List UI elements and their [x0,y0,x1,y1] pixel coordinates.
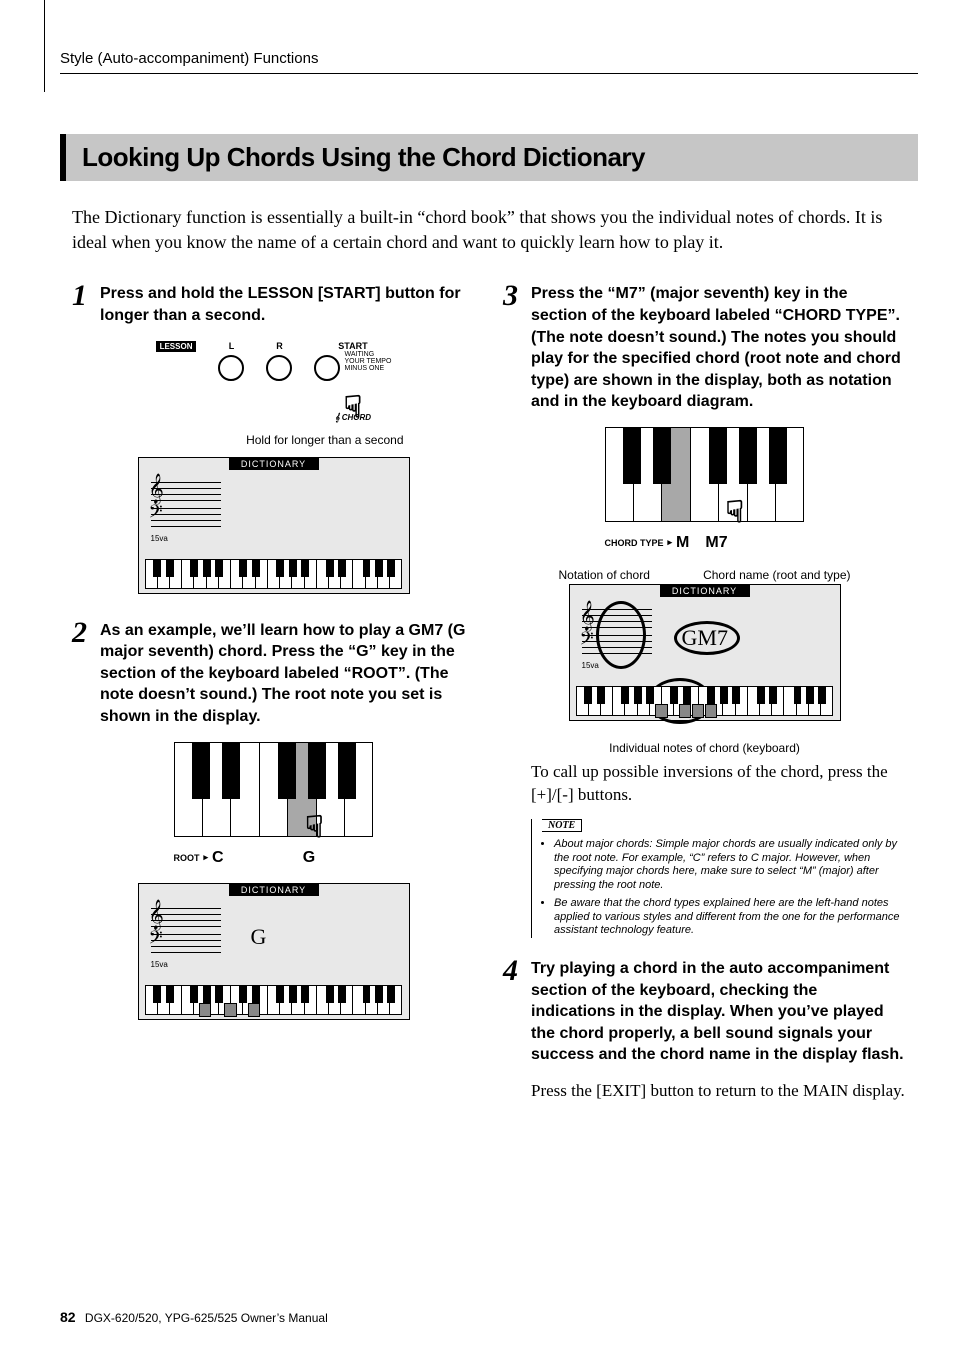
lesson-l-button [218,355,244,381]
root-label: ROOT [174,853,200,863]
page-number: 82 [60,1309,76,1325]
dictionary-display-1: DICTIONARY 15va [138,457,410,594]
mini-keyboard-1 [145,559,403,589]
step-3-text: Press the “M7” (major seventh) key in th… [531,283,906,413]
lesson-badge: LESSON [156,341,197,352]
chordname-callout: Chord name (root and type) [703,568,850,582]
hand-cursor-icon: ☟ [305,813,323,843]
chord-type-m7-label: M7 [705,534,727,552]
chord-type-arrow-icon: ▸ [668,537,673,548]
hold-caption: Hold for longer than a second [144,433,404,447]
footer: 82 DGX-620/520, YPG-625/525 Owner’s Manu… [60,1309,328,1325]
running-header: Style (Auto-accompaniment) Functions [60,50,918,67]
manual-title: DGX-620/520, YPG-625/525 Owner’s Manual [85,1311,328,1325]
chordtype-keyboard-segment: CHORD TYPE ▸ M M7 ☟ [605,427,805,558]
note-item-1: About major chords: Simple major chords … [554,838,906,893]
step4-body-after: Press the [EXIT] button to return to the… [531,1080,906,1103]
btn-start-label: START [338,341,367,351]
btn-l-label: L [229,341,235,351]
step-number-2: 2 [72,618,94,648]
dictionary-title-2: DICTIONARY [229,884,319,896]
step-4-text: Try playing a chord in the auto accompan… [531,958,906,1066]
note-item-2: Be aware that the chord types explained … [554,897,906,938]
dictionary-title-3: DICTIONARY [660,585,750,597]
notation-callout: Notation of chord [559,568,650,582]
mini-keyboard-3 [576,686,834,716]
step3-body-after: To call up possible inversions of the ch… [531,761,906,807]
individual-notes-callout: Individual notes of chord (keyboard) [503,741,906,755]
dictionary-display-3: DICTIONARY 15va GM7 [569,584,841,721]
mini-keyboard-2 [145,985,403,1015]
intro-text: The Dictionary function is essentially a… [72,205,906,255]
step-number-1: 1 [72,281,94,311]
header-rule [60,73,918,74]
step-1-text: Press and hold the LESSON [START] button… [100,283,475,326]
lesson-start-button [314,355,340,381]
step-number-4: 4 [503,956,525,986]
root-c-label: C [212,849,224,867]
note-box: NOTE About major chords: Simple major ch… [531,819,906,938]
btn-r-label: R [276,341,283,351]
lesson-r-button [266,355,292,381]
dictionary-title-1: DICTIONARY [229,458,319,470]
chord-name-g: G [251,924,267,950]
dictionary-display-2: DICTIONARY 15va G [138,883,410,1020]
root-keyboard-segment: ROOT ▸ C G ☟ [174,742,374,873]
chord-type-m-label: M [676,534,689,552]
section-title: Looking Up Chords Using the Chord Dictio… [60,134,918,181]
lesson-buttons-figure: LESSON L R START [144,341,404,447]
root-arrow-icon: ▸ [204,852,209,863]
header-rule-vertical [44,0,45,92]
hand-cursor-icon: ☟ [726,498,744,528]
note-title: NOTE [542,819,582,832]
chord-type-label: CHORD TYPE [605,538,664,548]
step-2-text: As an example, we’ll learn how to play a… [100,620,475,728]
step-number-3: 3 [503,281,525,311]
root-g-label: G [303,849,315,867]
waiting-text: WAITING YOUR TEMPO MINUS ONE [344,351,391,373]
hand-cursor-icon: ☟ [344,393,362,423]
